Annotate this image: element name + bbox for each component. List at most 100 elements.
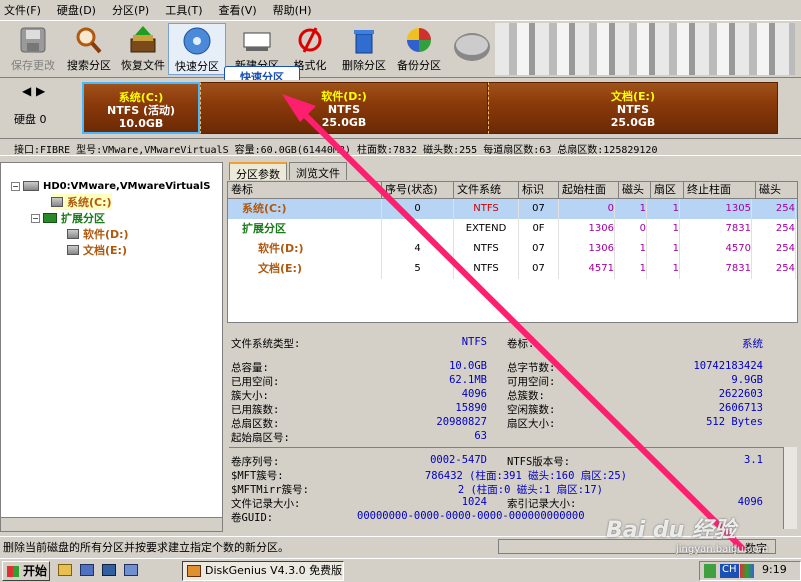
col-header-seq[interactable]: 序号(状态)	[382, 182, 454, 199]
col-header-label[interactable]: 卷标	[228, 182, 382, 199]
partition-icon	[67, 245, 79, 255]
cell-end-cyl: 1305	[684, 199, 752, 219]
cell-start-cyl: 1306	[559, 239, 615, 259]
nav-forward-icon[interactable]: ▶	[36, 84, 45, 98]
cell-end-cyl: 4570	[684, 239, 752, 259]
detail-label: 空闲簇数:	[507, 404, 556, 416]
cell-end-cyl: 7831	[684, 259, 752, 279]
detail-value: 15890	[455, 402, 487, 414]
tab-browse-files[interactable]: 浏览文件	[289, 162, 347, 180]
tree-extended-partition[interactable]: − 扩展分区	[31, 210, 105, 226]
collapse-icon[interactable]: −	[31, 213, 40, 223]
new-partition-icon	[241, 25, 273, 55]
recover-files-button[interactable]: 恢复文件	[114, 23, 172, 75]
tree-partition-c[interactable]: 系统(C:)	[51, 194, 112, 210]
tree-partition-d[interactable]: 软件(D:)	[67, 226, 129, 242]
nav-back-icon[interactable]: ◀	[22, 84, 31, 98]
save-changes-button[interactable]: 保存更改	[4, 23, 62, 75]
tree-partition-e[interactable]: 文档(E:)	[67, 242, 127, 258]
cell-id: 07	[519, 199, 559, 219]
disk-quicklaunch-icon[interactable]	[102, 564, 116, 576]
toolbar: 保存更改 搜索分区 恢复文件 快速分区 新建分区 格式化 删除分区 备份分区	[0, 20, 801, 78]
search-partition-button[interactable]: 搜索分区	[60, 23, 118, 75]
language-indicator[interactable]: CH	[720, 564, 739, 578]
partition-table: 卷标 序号(状态) 文件系统 标识 起始柱面 磁头 扇区 终止柱面 磁头 系统(…	[227, 181, 798, 323]
menu-disk[interactable]: 硬盘(D)	[57, 2, 96, 18]
detail-label: 卷GUID:	[231, 512, 274, 524]
col-header-end-head[interactable]: 磁头	[756, 182, 797, 199]
desktop-icon[interactable]	[80, 564, 94, 576]
partition-block-e[interactable]: 文档(E:) NTFS 25.0GB	[488, 82, 778, 134]
cell-sector: 1	[651, 239, 680, 259]
collapse-icon[interactable]: −	[11, 181, 20, 191]
detail-value: 3.1	[744, 454, 763, 466]
start-button[interactable]: 开始	[2, 561, 50, 581]
detail-label: 簇大小:	[231, 390, 269, 402]
cell-id: 0F	[519, 219, 559, 239]
col-header-id[interactable]: 标识	[519, 182, 559, 199]
detail-label: 总簇数:	[507, 390, 545, 402]
cell-end-head: 254	[756, 259, 796, 279]
col-header-end-cyl[interactable]: 终止柱面	[684, 182, 756, 199]
extended-partition-icon	[43, 213, 57, 223]
menu-tools[interactable]: 工具(T)	[165, 2, 202, 18]
detail-label: $MFTMirr簇号:	[231, 484, 309, 496]
detail-value: 4096	[737, 496, 763, 508]
col-header-fs[interactable]: 文件系统	[454, 182, 519, 199]
disk-tree[interactable]: − HD0:VMware,VMwareVirtualS 系统(C:) − 扩展分…	[0, 162, 223, 532]
detail-label: $MFT簇号:	[231, 470, 284, 482]
watermark-url: jingyan.baidu.com	[676, 544, 769, 555]
col-header-sector[interactable]: 扇区	[651, 182, 684, 199]
col-header-head[interactable]: 磁头	[619, 182, 651, 199]
cell-sector: 1	[651, 219, 680, 239]
details-scrollbar[interactable]	[783, 447, 797, 529]
tree-disk-hd0[interactable]: − HD0:VMware,VMwareVirtualS	[11, 178, 210, 194]
quick-partition-button[interactable]: 快速分区	[168, 23, 226, 75]
windows-logo-icon	[7, 566, 19, 577]
partition-icon	[67, 229, 79, 239]
explorer-icon[interactable]	[58, 564, 72, 576]
cell-sector: 1	[651, 199, 680, 219]
detail-label: 总扇区数:	[231, 418, 280, 430]
taskbar: 开始 DiskGenius V4.3.0 免费版 CH 9:19	[0, 558, 801, 582]
network-icon[interactable]	[704, 564, 716, 578]
detail-value: 10742183424	[693, 360, 763, 372]
detail-label: 可用空间:	[507, 376, 556, 388]
magnifier-icon	[73, 25, 105, 55]
menu-file[interactable]: 文件(F)	[4, 2, 41, 18]
cell-label: 系统(C:)	[242, 199, 382, 219]
status-text: 删除当前磁盘的所有分区并按要求建立指定个数的新分区。	[3, 541, 289, 554]
monitor-icon[interactable]	[124, 564, 138, 576]
cell-start-cyl: 0	[559, 199, 615, 219]
cell-seq: 5	[382, 259, 454, 279]
cell-seq: 4	[382, 239, 454, 259]
partition-details-panel: 文件系统类型: NTFS 卷标: 系统 总容量: 10.0GB 已用空间: 62…	[227, 327, 798, 532]
cell-end-head: 254	[756, 219, 796, 239]
menu-bar: 文件(F) 硬盘(D) 分区(P) 工具(T) 查看(V) 帮助(H)	[0, 0, 801, 20]
clock[interactable]: 9:19	[762, 563, 787, 576]
delete-partition-button[interactable]: 删除分区	[335, 23, 393, 75]
backup-partition-button[interactable]: 备份分区	[390, 23, 448, 75]
detail-value: 1024	[461, 496, 487, 508]
menu-partition[interactable]: 分区(P)	[112, 2, 149, 18]
menu-help[interactable]: 帮助(H)	[273, 2, 312, 18]
cell-head: 1	[619, 259, 647, 279]
col-header-start-cyl[interactable]: 起始柱面	[559, 182, 619, 199]
ime-icon[interactable]	[740, 564, 754, 578]
menu-view[interactable]: 查看(V)	[219, 2, 257, 18]
cell-label: 文档(E:)	[258, 259, 382, 279]
partition-block-d[interactable]: 软件(D:) NTFS 25.0GB	[200, 82, 488, 134]
partition-block-c[interactable]: 系统(C:) NTFS (活动) 10.0GB	[82, 82, 200, 134]
detail-label: 起始扇区号:	[231, 432, 290, 444]
cell-label: 扩展分区	[242, 219, 382, 239]
tab-partition-params[interactable]: 分区参数	[229, 162, 287, 181]
detail-value: 2 (柱面:0 磁头:1 扇区:17)	[457, 484, 603, 496]
cell-seq	[382, 219, 454, 239]
disc-icon	[181, 26, 213, 56]
detail-value: 9.9GB	[731, 374, 763, 386]
blurred-banner	[495, 23, 795, 75]
trash-icon	[348, 25, 380, 55]
tree-horizontal-scrollbar[interactable]	[1, 517, 222, 531]
taskbar-app-diskgenius[interactable]: DiskGenius V4.3.0 免费版	[182, 561, 344, 581]
disk-label: 硬盘 0	[14, 113, 47, 126]
